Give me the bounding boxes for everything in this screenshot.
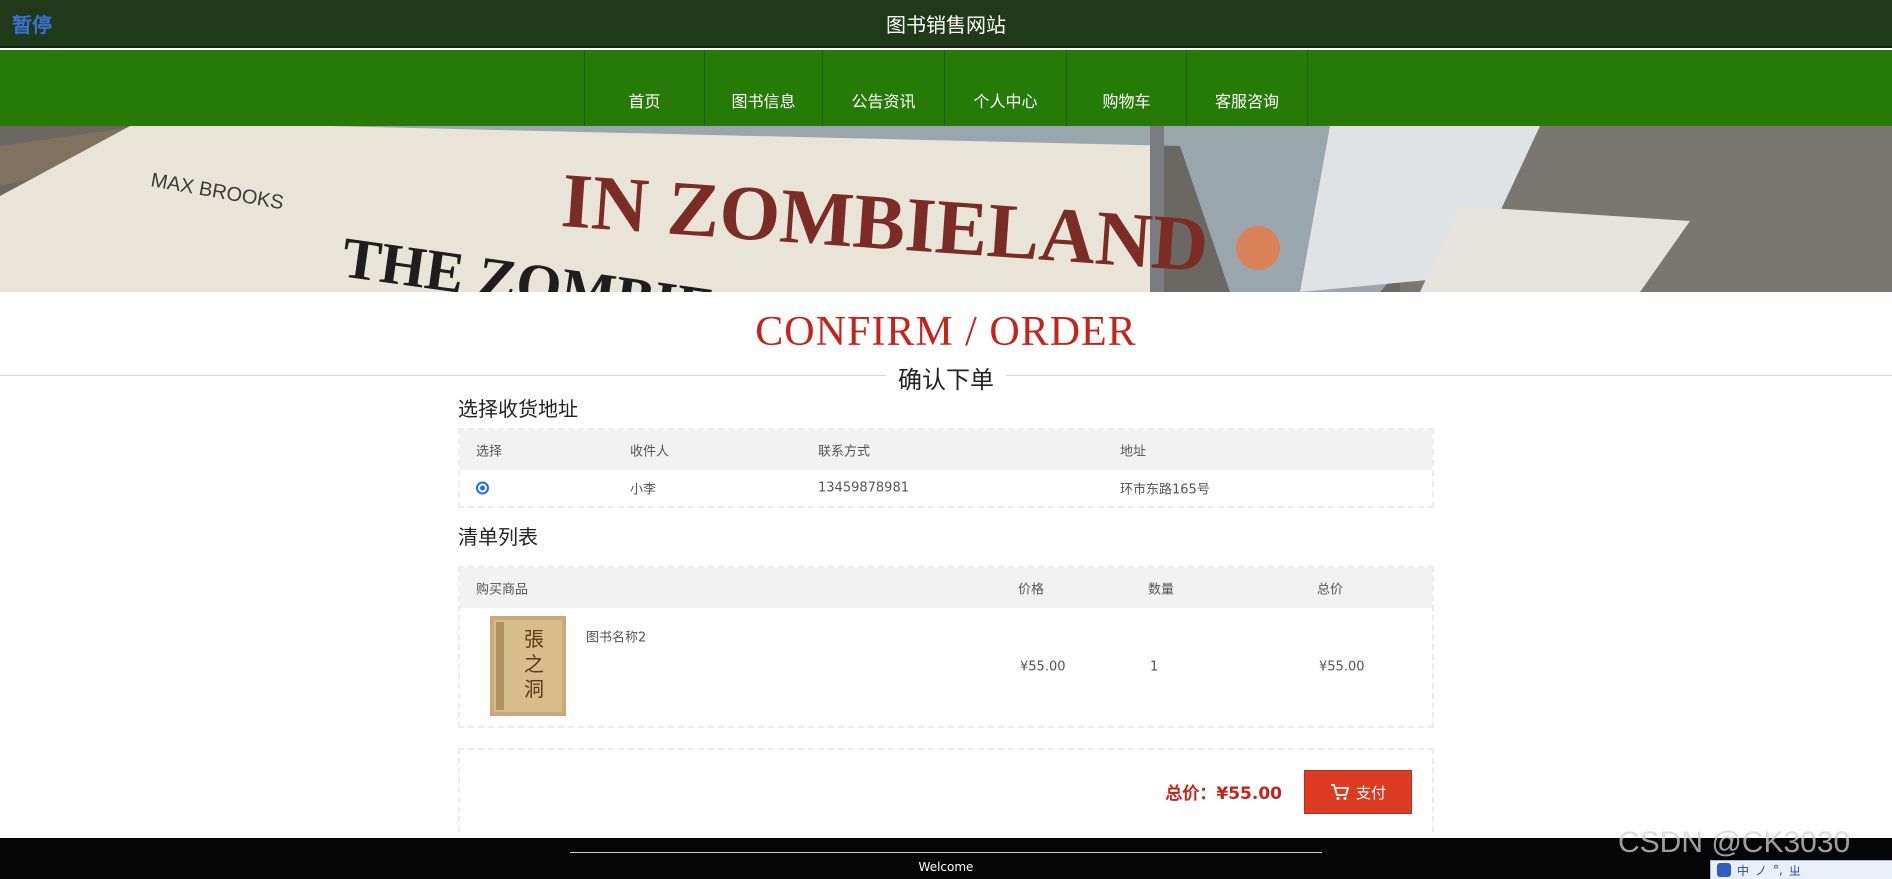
recipient-name: 小李 xyxy=(630,482,657,498)
book-cover-title-char-1: 張 xyxy=(524,627,544,651)
order-list-table: 购买商品 价格 数量 总价 張 之 洞 图书名称2 ¥55.00 1 ¥55.0… xyxy=(458,566,1434,728)
nav-item-announcements[interactable]: 公告资讯 xyxy=(822,50,944,126)
cart-icon xyxy=(1330,784,1350,800)
total-price-value: ¥55.00 xyxy=(1216,784,1282,804)
recipient-address: 环市东路165号 xyxy=(1120,482,1210,498)
nav-item-customer-service[interactable]: 客服咨询 xyxy=(1186,50,1308,126)
page-title: CONFIRM / ORDER xyxy=(755,309,1137,355)
order-item-row: 張 之 洞 图书名称2 ¥55.00 1 ¥55.00 xyxy=(460,608,1432,726)
ime-symbol-label[interactable]: °, xyxy=(1773,863,1783,877)
nav-item-book-info[interactable]: 图书信息 xyxy=(704,50,822,126)
product-subtotal: ¥55.00 xyxy=(1319,659,1365,675)
nav-item-home[interactable]: 首页 xyxy=(584,50,704,126)
column-header-address: 地址 xyxy=(1120,444,1147,460)
column-header-recipient: 收件人 xyxy=(630,444,670,460)
banner-image: IN ZOMBIELAND MAX BROOKS THE ZOMBIE xyxy=(0,126,1892,292)
address-table: 选择 收件人 联系方式 地址 小李 13459878981 环市东路165号 xyxy=(458,428,1434,508)
nav-item-personal-center[interactable]: 个人中心 xyxy=(944,50,1066,126)
pay-button[interactable]: 支付 xyxy=(1304,770,1412,814)
book-cover-title-char-2: 之 xyxy=(524,652,544,676)
top-bar: 暂停 图书销售网站 xyxy=(0,0,1892,48)
address-row[interactable]: 小李 13459878981 环市东路165号 xyxy=(460,470,1432,506)
footer-text: Welcome xyxy=(918,860,974,874)
total-price-label: 总价： xyxy=(1165,784,1217,804)
address-section-title: 选择收货地址 xyxy=(458,397,578,421)
site-title: 图书销售网站 xyxy=(886,13,1006,37)
ime-toolbar[interactable]: 中 ノ °, ㄓ xyxy=(1710,860,1892,879)
ime-punctuation-label[interactable]: ノ xyxy=(1755,862,1767,879)
ime-keyboard-icon[interactable]: ㄓ xyxy=(1789,862,1801,879)
book-cover-title-char-3: 洞 xyxy=(524,677,544,701)
address-table-header: 选择 收件人 联系方式 地址 xyxy=(460,430,1432,470)
column-header-quantity: 数量 xyxy=(1148,582,1175,598)
pay-button-label: 支付 xyxy=(1355,783,1386,802)
product-name[interactable]: 图书名称2 xyxy=(586,627,646,646)
column-header-subtotal: 总价 xyxy=(1317,582,1344,598)
footer: Welcome xyxy=(0,838,1892,879)
product-quantity: 1 xyxy=(1150,659,1159,675)
total-price: 总价：¥55.00 xyxy=(1165,779,1282,804)
column-header-phone: 联系方式 xyxy=(818,444,871,460)
ime-mode-label[interactable]: 中 xyxy=(1737,862,1749,879)
main-navigation: 首页 图书信息 公告资讯 个人中心 购物车 客服咨询 xyxy=(0,50,1892,126)
product-price: ¥55.00 xyxy=(1020,659,1066,675)
column-header-product: 购买商品 xyxy=(476,582,529,598)
ime-logo-icon xyxy=(1717,863,1731,877)
column-header-select: 选择 xyxy=(476,444,503,460)
footer-divider xyxy=(570,852,1322,853)
order-summary: 总价：¥55.00 支付 xyxy=(458,748,1434,832)
recipient-phone: 13459878981 xyxy=(818,480,909,496)
page-subtitle: 确认下单 xyxy=(886,360,1006,395)
column-header-price: 价格 xyxy=(1018,582,1045,598)
order-list-title: 清单列表 xyxy=(458,525,538,549)
book-cover-image[interactable]: 張 之 洞 xyxy=(490,616,566,716)
watermark: CSDN @CK3030 xyxy=(1618,826,1851,859)
address-radio-selected[interactable] xyxy=(476,481,489,495)
order-list-header: 购买商品 价格 数量 总价 xyxy=(460,568,1432,608)
nav-item-cart[interactable]: 购物车 xyxy=(1066,50,1186,126)
